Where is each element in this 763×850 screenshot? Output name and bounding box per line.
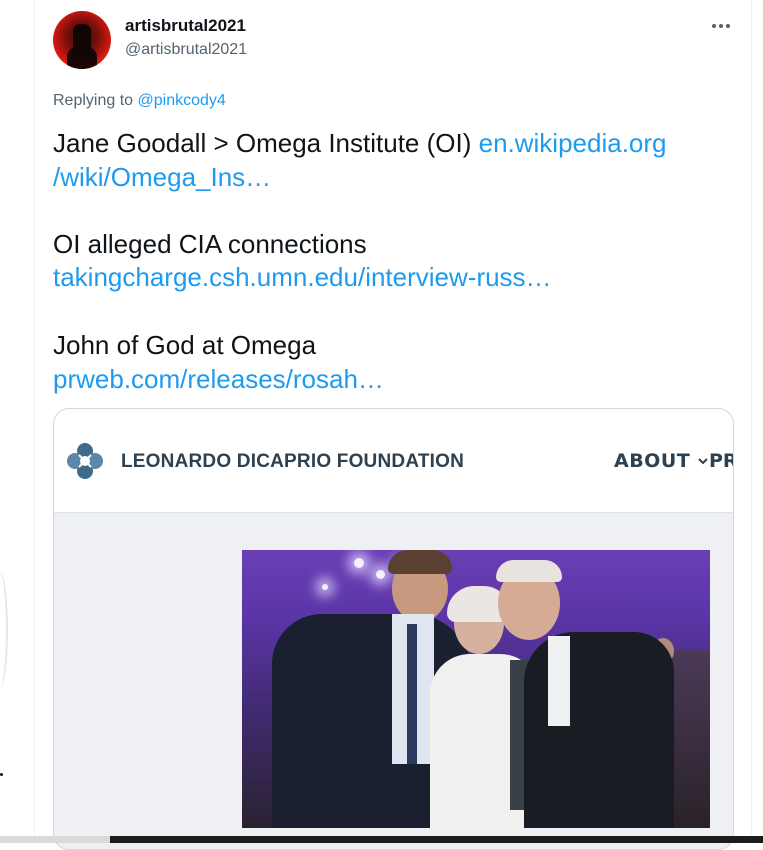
author-display-name[interactable]: artisbrutal2021 [125, 16, 246, 36]
scroll-edge [0, 570, 8, 690]
timeline-right-border [751, 0, 752, 843]
wikipedia-link[interactable]: en.wikipedia.org [479, 128, 667, 158]
edge-dot [0, 773, 3, 776]
preview-photo [242, 550, 710, 828]
tweet-text-goodall: Jane Goodall > Omega Institute (OI) [53, 128, 479, 158]
bottom-scroll-bar [0, 836, 763, 843]
tweet-line-1: Jane Goodall > Omega Institute (OI) en.w… [53, 127, 667, 159]
reply-mention-link[interactable]: @pinkcody4 [138, 92, 226, 109]
author-handle[interactable]: @artisbrutal2021 [125, 40, 247, 60]
site-header: LEONARDO DICAPRIO FOUNDATION ABOUT PRO [54, 409, 733, 513]
takingcharge-link[interactable]: takingcharge.csh.umn.edu/interview-russ… [53, 261, 552, 293]
nav-about-label: ABOUT [614, 450, 691, 472]
tweet-text-cia: OI alleged CIA connections [53, 229, 367, 259]
replying-to-label: Replying to [53, 92, 134, 109]
more-options-icon[interactable] [708, 16, 734, 36]
wikipedia-link-continued[interactable]: /wiki/Omega_Ins… [53, 161, 271, 193]
replying-to: Replying to @pinkcody4 [53, 91, 226, 111]
site-title: LEONARDO DICAPRIO FOUNDATION [121, 451, 465, 472]
author-avatar[interactable] [53, 11, 111, 69]
nav-about[interactable]: ABOUT [614, 450, 710, 472]
bottom-bar-left [0, 836, 110, 843]
link-preview-card[interactable]: LEONARDO DICAPRIO FOUNDATION ABOUT PRO [53, 408, 734, 850]
nav-next-item[interactable]: PRO [709, 450, 733, 472]
tweet-text-john-of-god: John of God at Omega [53, 330, 317, 360]
timeline-left-border [34, 0, 35, 843]
foundation-logo-icon [67, 443, 103, 479]
prweb-link[interactable]: prweb.com/releases/rosah… [53, 363, 384, 395]
